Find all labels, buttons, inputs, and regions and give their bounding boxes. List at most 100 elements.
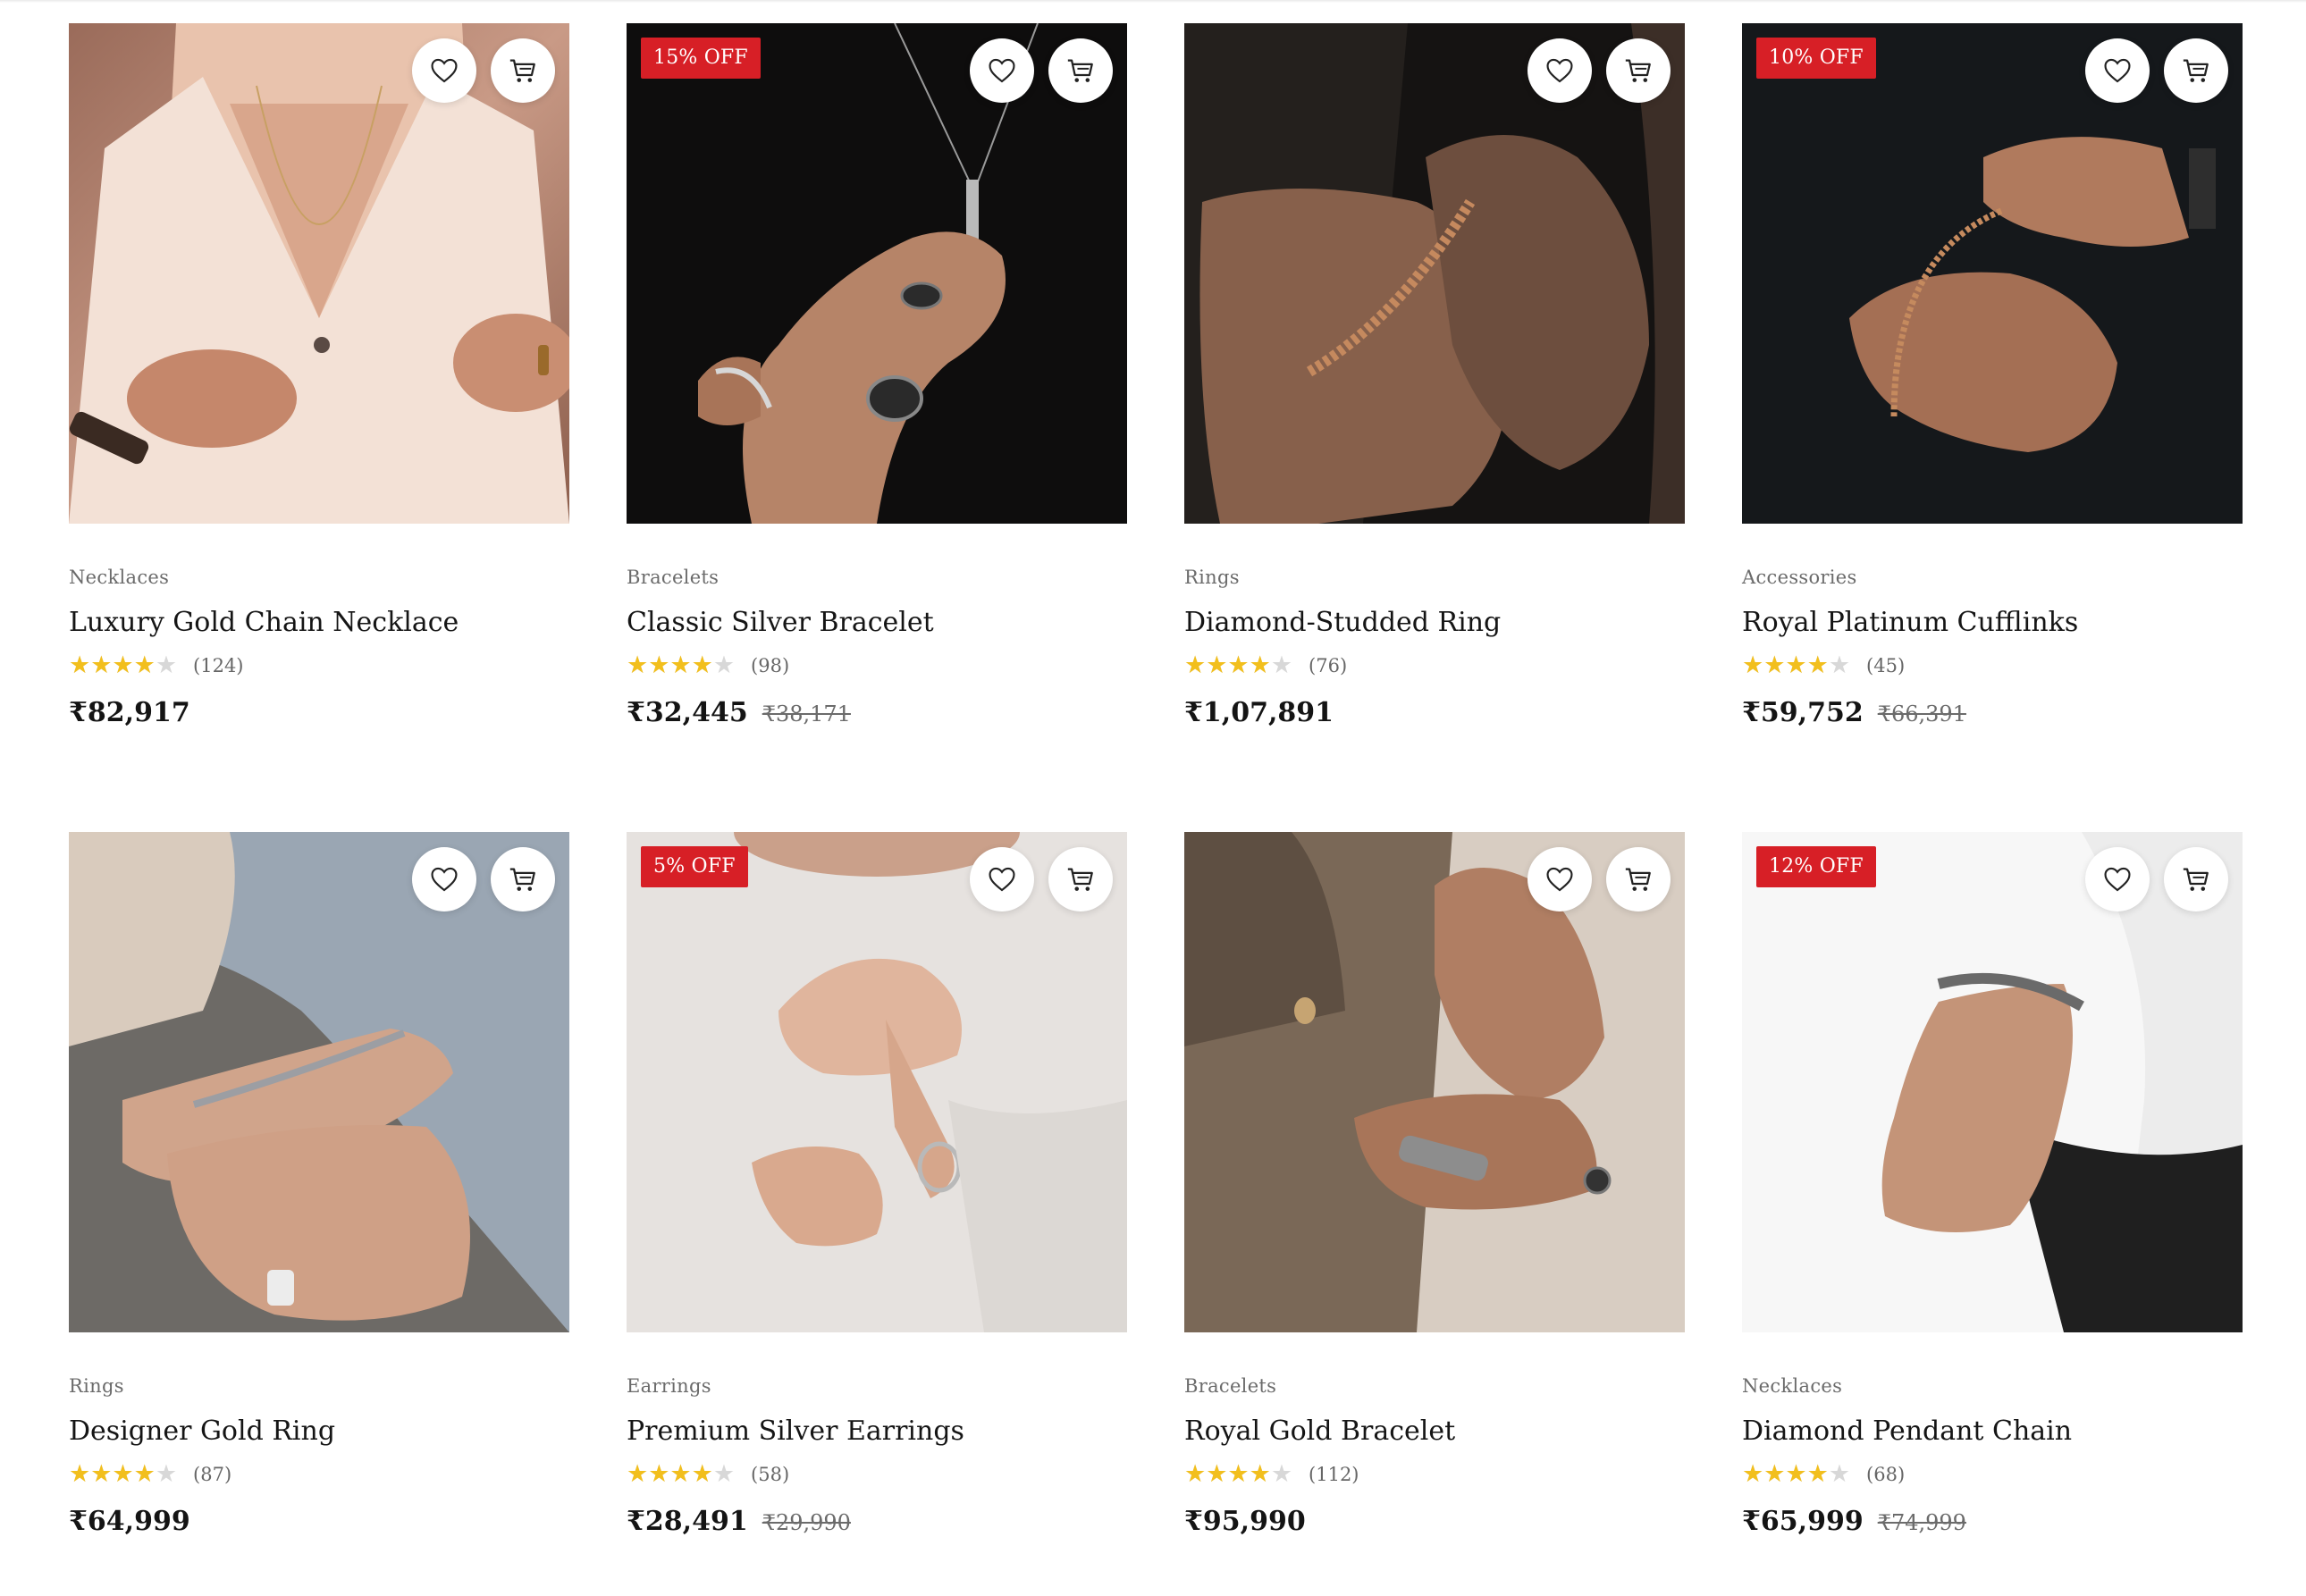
wishlist-button[interactable]: [1528, 847, 1592, 911]
review-count: (45): [1866, 655, 1906, 676]
discount-badge: 12% OFF: [1756, 846, 1876, 887]
add-to-cart-button[interactable]: [1606, 38, 1671, 103]
product-price: ₹28,491: [627, 1506, 748, 1537]
product-title[interactable]: Premium Silver Earrings: [627, 1415, 1127, 1449]
product-card[interactable]: 5% OFF Earrings Premium Silver Earrings …: [627, 832, 1127, 1596]
add-to-cart-button[interactable]: [491, 847, 555, 911]
product-title[interactable]: Royal Platinum Cufflinks: [1742, 606, 2243, 640]
add-to-cart-button[interactable]: [1606, 847, 1671, 911]
product-price: ₹82,917: [69, 697, 190, 728]
cart-icon: [1625, 868, 1651, 891]
product-category: Bracelets: [627, 567, 720, 588]
product-price: ₹32,445: [627, 697, 748, 728]
product-image[interactable]: [69, 23, 569, 524]
heart-icon: [431, 867, 458, 892]
add-to-cart-button[interactable]: [2164, 38, 2228, 103]
cart-icon: [1067, 59, 1093, 82]
review-count: (68): [1866, 1464, 1906, 1485]
product-rating: ★★★★★★★★★★ (45): [1742, 651, 2243, 681]
heart-icon: [2104, 867, 2131, 892]
product-card[interactable]: Rings Designer Gold Ring ★★★★★★★★★★ (87)…: [69, 832, 569, 1596]
wishlist-button[interactable]: [412, 847, 476, 911]
star-rating: ★★★★★★★★★★: [1184, 651, 1293, 679]
review-count: (76): [1309, 655, 1348, 676]
product-image[interactable]: 10% OFF: [1742, 23, 2243, 524]
product-rating: ★★★★★★★★★★ (58): [627, 1459, 1127, 1490]
review-count: (87): [193, 1464, 232, 1485]
product-category: Rings: [1184, 567, 1240, 588]
product-photo: [627, 23, 1127, 524]
original-price: ₹38,171: [762, 701, 851, 727]
wishlist-button[interactable]: [970, 38, 1034, 103]
product-title[interactable]: Classic Silver Bracelet: [627, 606, 1127, 640]
wishlist-button[interactable]: [412, 38, 476, 103]
product-photo: [1184, 832, 1685, 1332]
product-title[interactable]: Designer Gold Ring: [69, 1415, 569, 1449]
product-title[interactable]: Royal Gold Bracelet: [1184, 1415, 1685, 1449]
star-rating: ★★★★★★★★★★: [1742, 1460, 1851, 1488]
star-rating: ★★★★★★★★★★: [1742, 651, 1851, 679]
product-card[interactable]: 12% OFF Necklaces Diamond Pendant Chain …: [1742, 832, 2243, 1596]
price-row: ₹1,07,891: [1184, 697, 1685, 728]
product-rating: ★★★★★★★★★★ (98): [627, 651, 1127, 681]
product-price: ₹64,999: [69, 1506, 190, 1537]
star-rating: ★★★★★★★★★★: [69, 651, 178, 679]
wishlist-button[interactable]: [970, 847, 1034, 911]
product-image[interactable]: [69, 832, 569, 1332]
product-image[interactable]: 15% OFF: [627, 23, 1127, 524]
product-image[interactable]: [1184, 23, 1685, 524]
review-count: (112): [1309, 1464, 1359, 1485]
cart-icon: [509, 59, 535, 82]
product-card[interactable]: Bracelets Royal Gold Bracelet ★★★★★★★★★★…: [1184, 832, 1685, 1596]
product-image[interactable]: 12% OFF: [1742, 832, 2243, 1332]
price-row: ₹59,752 ₹66,391: [1742, 697, 2243, 728]
product-rating: ★★★★★★★★★★ (124): [69, 651, 569, 681]
add-to-cart-button[interactable]: [1048, 847, 1113, 911]
discount-badge: 5% OFF: [641, 846, 748, 887]
wishlist-button[interactable]: [2085, 38, 2150, 103]
product-category: Accessories: [1742, 567, 1857, 588]
product-price: ₹95,990: [1184, 1506, 1306, 1537]
cart-icon: [1625, 59, 1651, 82]
product-title[interactable]: Diamond Pendant Chain: [1742, 1415, 2243, 1449]
review-count: (58): [751, 1464, 790, 1485]
price-row: ₹82,917: [69, 697, 569, 728]
product-photo: [627, 832, 1127, 1332]
price-row: ₹65,999 ₹74,999: [1742, 1506, 2243, 1537]
product-card[interactable]: 15% OFF Bracelets Classic Silver Bracele…: [627, 23, 1127, 787]
star-icon: ★★★★★: [627, 652, 713, 679]
product-card[interactable]: Necklaces Luxury Gold Chain Necklace ★★★…: [69, 23, 569, 787]
heart-icon: [1546, 867, 1573, 892]
product-image[interactable]: [1184, 832, 1685, 1332]
product-category: Bracelets: [1184, 1375, 1277, 1397]
star-icon: ★★★★★: [69, 652, 156, 679]
original-price: ₹74,999: [1877, 1510, 1966, 1535]
product-card[interactable]: Rings Diamond-Studded Ring ★★★★★★★★★★ (7…: [1184, 23, 1685, 787]
add-to-cart-button[interactable]: [1048, 38, 1113, 103]
star-rating: ★★★★★★★★★★: [627, 1460, 736, 1488]
product-rating: ★★★★★★★★★★ (87): [69, 1459, 569, 1490]
star-icon: ★★★★★: [627, 1461, 713, 1488]
product-photo: [1184, 23, 1685, 524]
product-title[interactable]: Luxury Gold Chain Necklace: [69, 606, 569, 640]
product-card[interactable]: 10% OFF Accessories Royal Platinum Cuffl…: [1742, 23, 2243, 787]
price-row: ₹28,491 ₹29,990: [627, 1506, 1127, 1537]
review-count: (98): [751, 655, 790, 676]
star-icon: ★★★★★: [1742, 1461, 1829, 1488]
wishlist-button[interactable]: [2085, 847, 2150, 911]
product-image[interactable]: 5% OFF: [627, 832, 1127, 1332]
star-rating: ★★★★★★★★★★: [69, 1460, 178, 1488]
product-category: Necklaces: [1742, 1375, 1843, 1397]
product-title[interactable]: Diamond-Studded Ring: [1184, 606, 1685, 640]
add-to-cart-button[interactable]: [491, 38, 555, 103]
price-row: ₹64,999: [69, 1506, 569, 1537]
cart-icon: [1067, 868, 1093, 891]
heart-icon: [431, 58, 458, 83]
add-to-cart-button[interactable]: [2164, 847, 2228, 911]
product-price: ₹65,999: [1742, 1506, 1864, 1537]
product-photo: [1742, 832, 2243, 1332]
wishlist-button[interactable]: [1528, 38, 1592, 103]
star-rating: ★★★★★★★★★★: [627, 651, 736, 679]
product-category: Rings: [69, 1375, 124, 1397]
discount-badge: 10% OFF: [1756, 38, 1876, 79]
